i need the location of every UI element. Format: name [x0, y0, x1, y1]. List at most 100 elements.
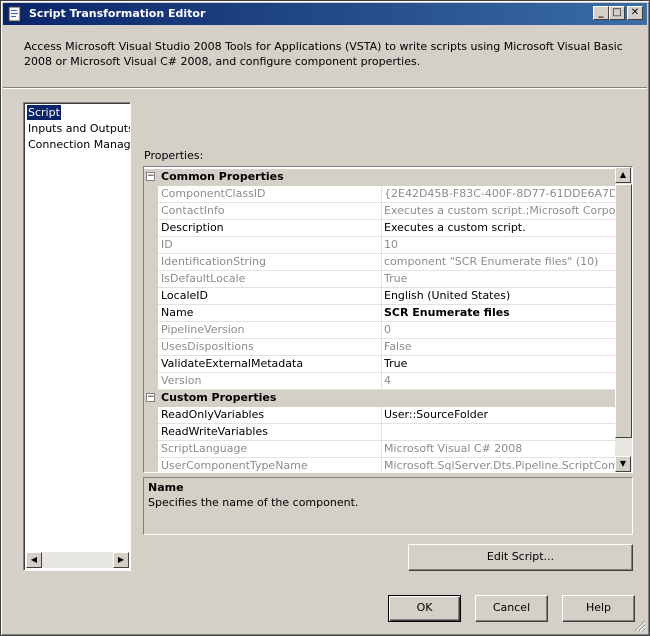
page-list[interactable]: Script Inputs and Outputs Connection Man…: [23, 102, 131, 571]
ok-button[interactable]: OK: [388, 595, 461, 622]
property-name: Version: [158, 373, 382, 390]
dialog-window: Script Transformation Editor _ □ ✕ Acces…: [0, 0, 650, 636]
nav-item-inputs-and-outputs[interactable]: Inputs and Outputs: [27, 121, 130, 136]
category-label: Common Properties: [161, 170, 284, 183]
collapse-icon[interactable]: −: [146, 172, 155, 181]
property-row[interactable]: ContactInfo Executes a custom script.;Mic…: [144, 203, 616, 220]
property-row[interactable]: ReadOnlyVariables User::SourceFolder: [144, 407, 616, 424]
row-margin: [144, 305, 158, 322]
window-title: Script Transformation Editor: [29, 7, 206, 20]
property-value[interactable]: [382, 424, 616, 441]
scroll-right-icon[interactable]: ▶: [113, 552, 129, 568]
property-value[interactable]: 10: [382, 237, 616, 254]
row-margin: [144, 407, 158, 424]
property-name: ReadOnlyVariables: [158, 407, 382, 424]
property-value[interactable]: False: [382, 339, 616, 356]
row-margin: [144, 339, 158, 356]
property-row[interactable]: Description Executes a custom script.: [144, 220, 616, 237]
row-margin: [144, 254, 158, 271]
property-row[interactable]: UsesDispositions False: [144, 339, 616, 356]
property-name: UsesDispositions: [158, 339, 382, 356]
maximize-button[interactable]: □: [609, 6, 625, 20]
property-name: ReadWriteVariables: [158, 424, 382, 441]
property-name: ValidateExternalMetadata: [158, 356, 382, 373]
row-margin: [144, 322, 158, 339]
property-name: ScriptLanguage: [158, 441, 382, 458]
scrollbar-thumb[interactable]: [615, 184, 632, 438]
property-row[interactable]: ScriptLanguage Microsoft Visual C# 2008: [144, 441, 616, 458]
script-component-icon: [8, 6, 21, 22]
property-name: IdentificationString: [158, 254, 382, 271]
property-row[interactable]: LocaleID English (United States): [144, 288, 616, 305]
property-row[interactable]: ID 10: [144, 237, 616, 254]
property-name: Name: [158, 305, 382, 322]
property-row-selected[interactable]: Name SCR Enumerate files: [144, 305, 616, 322]
row-margin: [144, 356, 158, 373]
row-margin: [144, 458, 158, 472]
property-value[interactable]: Microsoft Visual C# 2008: [382, 441, 616, 458]
nav-item-script[interactable]: Script: [27, 105, 61, 120]
edit-script-button[interactable]: Edit Script...: [408, 544, 633, 571]
property-name: IsDefaultLocale: [158, 271, 382, 288]
property-value[interactable]: Microsoft.SqlServer.Dts.Pipeline.ScriptC…: [382, 458, 616, 472]
help-text: Specifies the name of the component.: [148, 496, 359, 509]
category-common-properties[interactable]: − Common Properties: [144, 169, 616, 186]
property-row[interactable]: UserComponentTypeName Microsoft.SqlServer…: [144, 458, 616, 472]
property-name: ID: [158, 237, 382, 254]
property-row[interactable]: Version 4: [144, 373, 616, 390]
row-margin: [144, 373, 158, 390]
property-name: ContactInfo: [158, 203, 382, 220]
property-value[interactable]: {2E42D45B-F83C-400F-8D77-61DDE6A7DF29}: [382, 186, 616, 203]
property-row[interactable]: IdentificationString component "SCR Enume…: [144, 254, 616, 271]
property-name: ComponentClassID: [158, 186, 382, 203]
property-value[interactable]: component "SCR Enumerate files" (10): [382, 254, 616, 271]
collapse-icon[interactable]: −: [146, 393, 155, 402]
property-row[interactable]: IsDefaultLocale True: [144, 271, 616, 288]
property-value[interactable]: True: [382, 271, 616, 288]
property-row[interactable]: ValidateExternalMetadata True: [144, 356, 616, 373]
property-value[interactable]: SCR Enumerate files: [382, 305, 616, 322]
property-row[interactable]: ReadWriteVariables: [144, 424, 616, 441]
property-value[interactable]: 0: [382, 322, 616, 339]
scroll-up-icon[interactable]: ▲: [615, 167, 631, 183]
property-row[interactable]: ComponentClassID {2E42D45B-F83C-400F-8D77…: [144, 186, 616, 203]
header-separator: [3, 87, 647, 89]
row-margin: [144, 271, 158, 288]
title-bar[interactable]: Script Transformation Editor _ □ ✕: [3, 3, 647, 25]
row-margin: [144, 288, 158, 305]
property-value[interactable]: True: [382, 356, 616, 373]
scroll-left-icon[interactable]: ◀: [26, 552, 42, 568]
property-value[interactable]: Executes a custom script.;Microsoft Corp…: [382, 203, 616, 220]
cancel-button[interactable]: Cancel: [475, 595, 548, 622]
property-name: PipelineVersion: [158, 322, 382, 339]
close-button[interactable]: ✕: [627, 6, 643, 20]
property-help-panel: Name Specifies the name of the component…: [143, 477, 633, 535]
help-title: Name: [148, 481, 184, 494]
property-name: LocaleID: [158, 288, 382, 305]
property-name: Description: [158, 220, 382, 237]
category-custom-properties[interactable]: − Custom Properties: [144, 390, 616, 407]
property-value[interactable]: 4: [382, 373, 616, 390]
row-margin: [144, 203, 158, 220]
properties-label: Properties:: [144, 149, 204, 162]
property-grid[interactable]: − Common Properties ComponentClassID {2E4…: [143, 166, 633, 473]
row-margin: [144, 424, 158, 441]
property-name: UserComponentTypeName: [158, 458, 382, 472]
row-margin: [144, 186, 158, 203]
category-label: Custom Properties: [161, 391, 277, 404]
page-list-horizontal-scrollbar[interactable]: ◀ ▶: [26, 552, 129, 568]
minimize-button[interactable]: _: [593, 6, 609, 20]
scroll-down-icon[interactable]: ▼: [615, 456, 631, 472]
help-button[interactable]: Help: [562, 595, 635, 622]
property-value[interactable]: English (United States): [382, 288, 616, 305]
property-grid-vertical-scrollbar[interactable]: ▲ ▼: [615, 167, 632, 472]
row-margin: [144, 220, 158, 237]
property-value[interactable]: User::SourceFolder: [382, 407, 616, 424]
row-margin: [144, 237, 158, 254]
nav-item-connection-managers[interactable]: Connection Managers: [27, 137, 130, 152]
property-value[interactable]: Executes a custom script.: [382, 220, 616, 237]
row-margin: [144, 441, 158, 458]
resize-grip-icon[interactable]: [634, 620, 646, 632]
editor-description: Access Microsoft Visual Studio 2008 Tool…: [24, 40, 623, 68]
property-row[interactable]: PipelineVersion 0: [144, 322, 616, 339]
